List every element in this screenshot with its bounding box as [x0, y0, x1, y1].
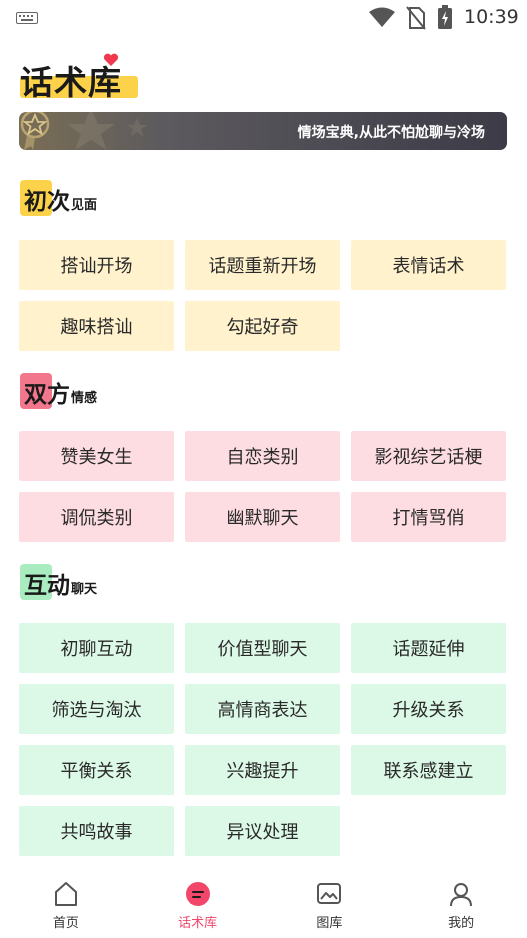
- tag-button[interactable]: 勾起好奇: [185, 301, 340, 351]
- tag-button[interactable]: 升级关系: [351, 684, 506, 734]
- tag-button[interactable]: 价值型聊天: [185, 623, 340, 673]
- tag-button[interactable]: 话题重新开场: [185, 240, 340, 290]
- nav-item-gallery[interactable]: 图库: [264, 870, 396, 938]
- home-icon: [54, 882, 77, 906]
- section-title: 互动: [24, 573, 70, 599]
- tag-button[interactable]: 联系感建立: [351, 745, 506, 795]
- tag-button[interactable]: 趣味搭讪: [19, 301, 174, 351]
- nav-label: 首页: [52, 916, 79, 931]
- nav-item-profile[interactable]: 我的: [395, 870, 527, 938]
- promo-banner[interactable]: 情场宝典,从此不怕尬聊与冷场: [19, 112, 507, 150]
- nav-label: 我的: [448, 916, 475, 931]
- tag-button[interactable]: 初聊互动: [19, 623, 174, 673]
- bottom-navigation: 首页 话术库 图库 我的: [0, 870, 527, 938]
- tag-button[interactable]: 话题延伸: [351, 623, 506, 673]
- tag-button[interactable]: 表情话术: [351, 240, 506, 290]
- tag-button[interactable]: 影视综艺话梗: [351, 431, 506, 481]
- keyboard-icon: [16, 12, 38, 24]
- tag-button[interactable]: 异议处理: [185, 806, 340, 856]
- section-subtitle: 聊天: [71, 582, 98, 597]
- tag-grid-interaction: 初聊互动 价值型聊天 话题延伸 筛选与淘汰 高情商表达 升级关系 平衡关系 兴趣…: [19, 623, 507, 856]
- medal-star-icon: [20, 112, 147, 150]
- chat-bubble-icon: [185, 882, 210, 906]
- nav-item-home[interactable]: 首页: [0, 870, 132, 938]
- section-subtitle: 见面: [71, 198, 98, 213]
- section-title: 初次: [24, 189, 70, 215]
- wifi-icon: [369, 7, 395, 27]
- tag-button[interactable]: 平衡关系: [19, 745, 174, 795]
- tag-button[interactable]: 共鸣故事: [19, 806, 174, 856]
- tag-button[interactable]: 兴趣提升: [185, 745, 340, 795]
- banner-text: 情场宝典,从此不怕尬聊与冷场: [297, 125, 485, 141]
- nav-item-phrasebook[interactable]: 话术库: [132, 870, 264, 938]
- nav-label: 话术库: [178, 916, 218, 931]
- image-icon: [317, 883, 342, 904]
- battery-charging-icon: [438, 5, 452, 29]
- section-title: 双方: [24, 382, 70, 408]
- tag-button[interactable]: 自恋类别: [185, 431, 340, 481]
- heart-icon: [103, 53, 119, 66]
- clock: 10:39: [464, 6, 519, 28]
- tag-button[interactable]: 调侃类别: [19, 492, 174, 542]
- tag-button[interactable]: 搭讪开场: [19, 240, 174, 290]
- tag-button[interactable]: 高情商表达: [185, 684, 340, 734]
- section-subtitle: 情感: [71, 391, 98, 406]
- tag-button[interactable]: 赞美女生: [19, 431, 174, 481]
- nav-label: 图库: [316, 916, 343, 931]
- tag-grid-first-meeting: 搭讪开场 话题重新开场 表情话术 趣味搭讪 勾起好奇: [19, 240, 507, 351]
- status-bar: 10:39: [0, 0, 527, 36]
- tag-grid-emotion: 赞美女生 自恋类别 影视综艺话梗 调侃类别 幽默聊天 打情骂俏: [19, 431, 507, 542]
- tag-button[interactable]: 打情骂俏: [351, 492, 506, 542]
- user-icon: [450, 883, 473, 907]
- no-sim-icon: [406, 6, 426, 30]
- tag-button[interactable]: 幽默聊天: [185, 492, 340, 542]
- tag-button[interactable]: 筛选与淘汰: [19, 684, 174, 734]
